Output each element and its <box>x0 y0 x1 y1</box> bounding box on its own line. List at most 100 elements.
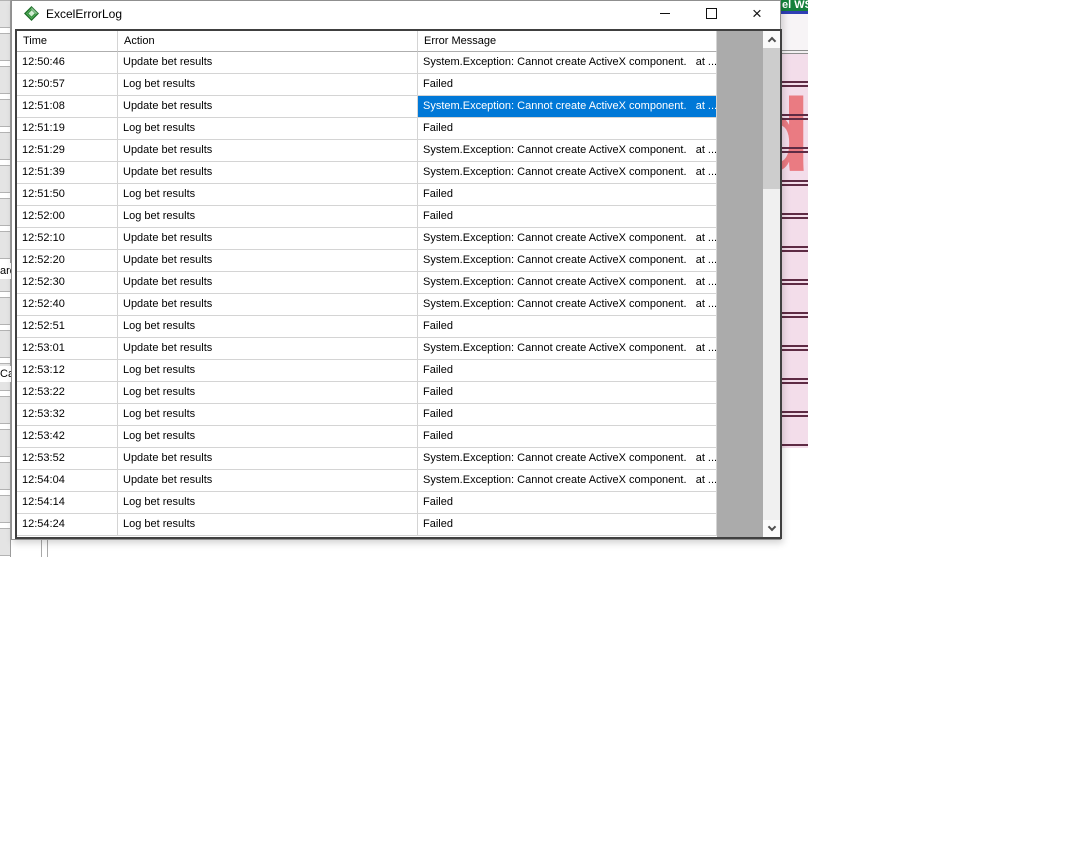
minimize-icon <box>660 13 670 14</box>
cell-time[interactable]: 12:54:24 <box>17 514 118 536</box>
cell-error[interactable]: System.Exception: Cannot create ActiveX … <box>418 140 717 162</box>
cell-time[interactable]: 12:53:52 <box>17 448 118 470</box>
cell-error[interactable]: Failed <box>418 360 717 382</box>
red-watermark-letter: d <box>781 84 808 188</box>
cell-error[interactable]: Failed <box>418 492 717 514</box>
cell-action[interactable]: Update bet results <box>118 448 418 470</box>
cell-action[interactable]: Update bet results <box>118 140 418 162</box>
close-button[interactable]: × <box>734 1 780 26</box>
cell-action[interactable]: Log bet results <box>118 514 418 536</box>
scrollbar-thumb[interactable] <box>763 48 780 189</box>
cell-action[interactable]: Update bet results <box>118 470 418 492</box>
cell-error[interactable]: System.Exception: Cannot create ActiveX … <box>418 294 717 316</box>
cell-time[interactable]: 12:51:50 <box>17 184 118 206</box>
cell-action[interactable]: Log bet results <box>118 118 418 140</box>
chevron-up-icon <box>767 37 775 45</box>
cell-action[interactable]: Update bet results <box>118 338 418 360</box>
chevron-down-icon <box>767 523 775 531</box>
app-icon <box>24 6 39 21</box>
cell-time[interactable]: 12:50:46 <box>17 52 118 74</box>
table-row: 12:53:22Log bet resultsFailed <box>17 382 763 404</box>
close-icon: × <box>752 9 762 19</box>
cell-error[interactable]: System.Exception: Cannot create ActiveX … <box>418 272 717 294</box>
cell-error[interactable]: System.Exception: Cannot create ActiveX … <box>418 162 717 184</box>
cell-time[interactable]: 12:52:10 <box>17 228 118 250</box>
cell-time[interactable]: 12:51:39 <box>17 162 118 184</box>
excel-ws-button-fragment[interactable]: el WS <box>781 0 808 11</box>
table-row: 12:50:46Update bet resultsSystem.Excepti… <box>17 52 763 74</box>
cell-action[interactable]: Log bet results <box>118 74 418 96</box>
maximize-button[interactable] <box>688 1 734 26</box>
table-columns-area: TimeActionError Message 12:50:46Update b… <box>17 31 763 537</box>
cell-action[interactable]: Log bet results <box>118 316 418 338</box>
vertical-scrollbar[interactable] <box>763 31 780 537</box>
cell-error[interactable]: Failed <box>418 118 717 140</box>
column-header-action[interactable]: Action <box>118 31 418 52</box>
cell-error[interactable]: Failed <box>418 426 717 448</box>
cell-time[interactable]: 12:52:30 <box>17 272 118 294</box>
cell-time[interactable]: 12:51:29 <box>17 140 118 162</box>
sheet-blank-area <box>781 14 808 50</box>
table-row: 12:52:20Update bet resultsSystem.Excepti… <box>17 250 763 272</box>
cell-action[interactable]: Update bet results <box>118 228 418 250</box>
cell-action[interactable]: Update bet results <box>118 272 418 294</box>
page-title: ExcelErrorLog <box>46 7 122 21</box>
cell-error[interactable]: Failed <box>418 206 717 228</box>
table-body: 12:50:46Update bet resultsSystem.Excepti… <box>17 52 763 536</box>
table-row: 12:52:40Update bet resultsSystem.Excepti… <box>17 294 763 316</box>
cell-error[interactable]: System.Exception: Cannot create ActiveX … <box>418 52 717 74</box>
cell-action[interactable]: Log bet results <box>118 184 418 206</box>
scroll-down-button[interactable] <box>763 520 780 537</box>
title-bar[interactable]: ExcelErrorLog × <box>12 1 780 26</box>
cell-action[interactable]: Update bet results <box>118 96 418 118</box>
cell-action[interactable]: Log bet results <box>118 206 418 228</box>
cell-time[interactable]: 12:51:19 <box>17 118 118 140</box>
cell-time[interactable]: 12:52:40 <box>17 294 118 316</box>
table-row: 12:51:39Update bet resultsSystem.Excepti… <box>17 162 763 184</box>
cell-time[interactable]: 12:54:04 <box>17 470 118 492</box>
maximize-icon <box>706 8 717 19</box>
background-gridline <box>41 539 48 557</box>
cell-error[interactable]: System.Exception: Cannot create ActiveX … <box>418 448 717 470</box>
cell-action[interactable]: Update bet results <box>118 162 418 184</box>
cell-action[interactable]: Log bet results <box>118 404 418 426</box>
cell-error[interactable]: Failed <box>418 316 717 338</box>
cell-time[interactable]: 12:51:08 <box>17 96 118 118</box>
cell-error[interactable]: System.Exception: Cannot create ActiveX … <box>418 338 717 360</box>
cell-time[interactable]: 12:52:00 <box>17 206 118 228</box>
cell-action[interactable]: Log bet results <box>118 360 418 382</box>
cell-time[interactable]: 12:53:01 <box>17 338 118 360</box>
cell-error[interactable]: Failed <box>418 184 717 206</box>
cell-time[interactable]: 12:50:57 <box>17 74 118 96</box>
cell-time[interactable]: 12:52:20 <box>17 250 118 272</box>
table-header-row: TimeActionError Message <box>17 31 763 52</box>
cell-time[interactable]: 12:53:22 <box>17 382 118 404</box>
cell-error[interactable]: System.Exception: Cannot create ActiveX … <box>418 470 717 492</box>
column-header-time[interactable]: Time <box>17 31 118 52</box>
cell-action[interactable]: Update bet results <box>118 250 418 272</box>
cell-time[interactable]: 12:53:42 <box>17 426 118 448</box>
cell-error[interactable]: System.Exception: Cannot create ActiveX … <box>418 228 717 250</box>
cell-action[interactable]: Log bet results <box>118 382 418 404</box>
cell-action[interactable]: Log bet results <box>118 426 418 448</box>
cell-error[interactable]: System.Exception: Cannot create ActiveX … <box>418 96 717 118</box>
scroll-up-button[interactable] <box>763 31 780 48</box>
minimize-button[interactable] <box>642 1 688 26</box>
cell-error[interactable]: Failed <box>418 382 717 404</box>
cell-error[interactable]: System.Exception: Cannot create ActiveX … <box>418 250 717 272</box>
cell-action[interactable]: Update bet results <box>118 294 418 316</box>
column-header-error[interactable]: Error Message <box>418 31 717 52</box>
cell-error[interactable]: Failed <box>418 514 717 536</box>
cell-error[interactable]: Failed <box>418 74 717 96</box>
cell-time[interactable]: 12:52:51 <box>17 316 118 338</box>
table-row: 12:51:19Log bet resultsFailed <box>17 118 763 140</box>
cell-error[interactable]: Failed <box>418 404 717 426</box>
table-row: 12:54:24Log bet resultsFailed <box>17 514 763 536</box>
table-row: 12:52:51Log bet resultsFailed <box>17 316 763 338</box>
table-row: 12:53:01Update bet resultsSystem.Excepti… <box>17 338 763 360</box>
cell-time[interactable]: 12:54:14 <box>17 492 118 514</box>
cell-action[interactable]: Log bet results <box>118 492 418 514</box>
cell-action[interactable]: Update bet results <box>118 52 418 74</box>
cell-time[interactable]: 12:53:32 <box>17 404 118 426</box>
cell-time[interactable]: 12:53:12 <box>17 360 118 382</box>
